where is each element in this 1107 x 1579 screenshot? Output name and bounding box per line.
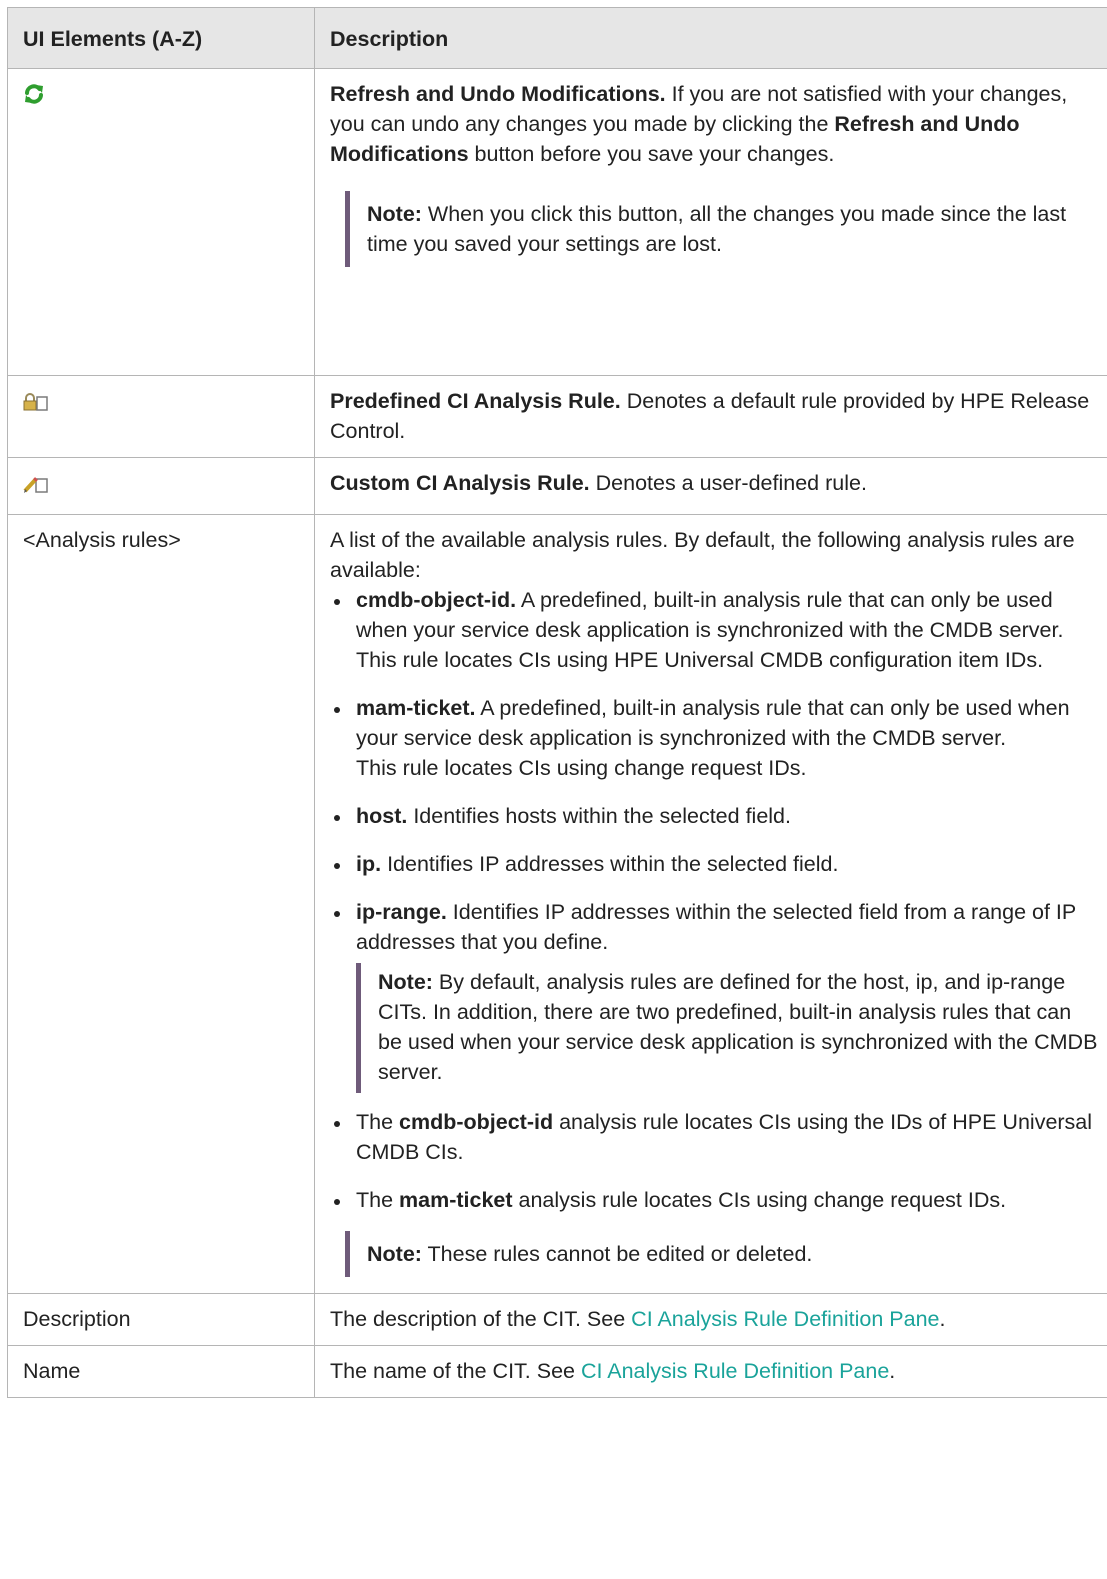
- table-row: Name The name of the CIT. See CI Analysi…: [7, 1345, 1107, 1398]
- refresh-icon: [23, 83, 45, 113]
- rule-name: mam-ticket.: [356, 696, 476, 720]
- custom-title: Custom CI Analysis Rule.: [330, 471, 590, 495]
- list-item: ip. Identifies IP addresses within the s…: [330, 849, 1099, 879]
- rule-pre: The: [356, 1188, 400, 1212]
- predefined-description: Predefined CI Analysis Rule. Denotes a d…: [330, 386, 1099, 446]
- description-cell: Refresh and Undo Modifications. If you a…: [314, 68, 1107, 376]
- definition-pane-link[interactable]: CI Analysis Rule Definition Pane: [631, 1307, 939, 1331]
- analysis-note: Note: These rules cannot be edited or de…: [345, 1231, 1099, 1277]
- table-row: Custom CI Analysis Rule. Denotes a user-…: [7, 457, 1107, 515]
- rule-name: ip.: [356, 852, 382, 876]
- row-text: The name of the CIT. See: [330, 1359, 581, 1383]
- refresh-text-2: button before you save your changes.: [468, 142, 835, 166]
- table-row: <Analysis rules> A list of the available…: [7, 514, 1107, 1294]
- rule-text: Identifies IP addresses within the selec…: [356, 900, 1076, 954]
- rule-text: Identifies IP addresses within the selec…: [381, 852, 839, 876]
- predefined-title: Predefined CI Analysis Rule.: [330, 389, 621, 413]
- description-cell: A list of the available analysis rules. …: [314, 514, 1107, 1294]
- note-label: Note:: [367, 202, 422, 226]
- header-description: Description: [314, 7, 1107, 69]
- custom-description: Custom CI Analysis Rule. Denotes a user-…: [330, 468, 1099, 498]
- rule-extra: This rule locates CIs using change reque…: [356, 756, 807, 780]
- note-label: Note:: [378, 970, 433, 994]
- rule-name: cmdb-object-id: [399, 1110, 554, 1134]
- element-cell: <Analysis rules>: [7, 514, 315, 1294]
- rule-text: analysis rule locates CIs using change r…: [512, 1188, 1007, 1212]
- list-item: The mam-ticket analysis rule locates CIs…: [330, 1185, 1099, 1215]
- rule-pre: The: [356, 1110, 400, 1134]
- header-ui-elements: UI Elements (A-Z): [7, 7, 315, 69]
- refresh-note: Note: When you click this button, all th…: [345, 191, 1099, 267]
- element-cell: [7, 375, 315, 458]
- description-cell: Custom CI Analysis Rule. Denotes a user-…: [314, 457, 1107, 515]
- refresh-description: Refresh and Undo Modifications. If you a…: [330, 79, 1099, 169]
- pencil-icon: [23, 472, 49, 502]
- description-cell: The name of the CIT. See CI Analysis Rul…: [314, 1345, 1107, 1398]
- row-end: .: [889, 1359, 896, 1383]
- rule-name: host.: [356, 804, 408, 828]
- custom-text: Denotes a user-defined rule.: [589, 471, 867, 495]
- row-text: The description of the CIT. See: [330, 1307, 632, 1331]
- element-cell: Name: [7, 1345, 315, 1398]
- table-row: Predefined CI Analysis Rule. Denotes a d…: [7, 375, 1107, 458]
- analysis-intro: A list of the available analysis rules. …: [330, 528, 1075, 582]
- table-row: Description The description of the CIT. …: [7, 1293, 1107, 1346]
- rule-name: ip-range.: [356, 900, 447, 924]
- note-text: By default, analysis rules are defined f…: [378, 970, 1098, 1084]
- list-item: The cmdb-object-id analysis rule locates…: [330, 1107, 1099, 1167]
- table-header-row: UI Elements (A-Z) Description: [7, 7, 1107, 69]
- element-cell: [7, 457, 315, 515]
- list-item: ip-range. Identifies IP addresses within…: [330, 897, 1099, 1093]
- rule-text: Identifies hosts within the selected fie…: [407, 804, 791, 828]
- note-text: These rules cannot be edited or deleted.: [421, 1242, 813, 1266]
- refresh-title: Refresh and Undo Modifications.: [330, 82, 666, 106]
- definition-pane-link[interactable]: CI Analysis Rule Definition Pane: [581, 1359, 889, 1383]
- table-row: Refresh and Undo Modifications. If you a…: [7, 68, 1107, 376]
- rule-extra: This rule locates CIs using HPE Universa…: [356, 648, 1044, 672]
- ui-elements-table: UI Elements (A-Z) Description Refresh an…: [7, 7, 1107, 1398]
- element-cell: Description: [7, 1293, 315, 1346]
- rule-name: cmdb-object-id.: [356, 588, 517, 612]
- note-label: Note:: [367, 1242, 422, 1266]
- row-end: .: [939, 1307, 946, 1331]
- list-item: host. Identifies hosts within the select…: [330, 801, 1099, 831]
- analysis-rules-list: cmdb-object-id. A predefined, built-in a…: [330, 585, 1099, 1215]
- element-cell: [7, 68, 315, 376]
- description-cell: The description of the CIT. See CI Analy…: [314, 1293, 1107, 1346]
- note-text: When you click this button, all the chan…: [367, 202, 1067, 256]
- lock-icon: [23, 390, 49, 420]
- description-cell: Predefined CI Analysis Rule. Denotes a d…: [314, 375, 1107, 458]
- list-item: cmdb-object-id. A predefined, built-in a…: [330, 585, 1099, 675]
- list-item: mam-ticket. A predefined, built-in analy…: [330, 693, 1099, 783]
- analysis-inner-note: Note: By default, analysis rules are def…: [356, 963, 1099, 1093]
- rule-name: mam-ticket: [399, 1188, 513, 1212]
